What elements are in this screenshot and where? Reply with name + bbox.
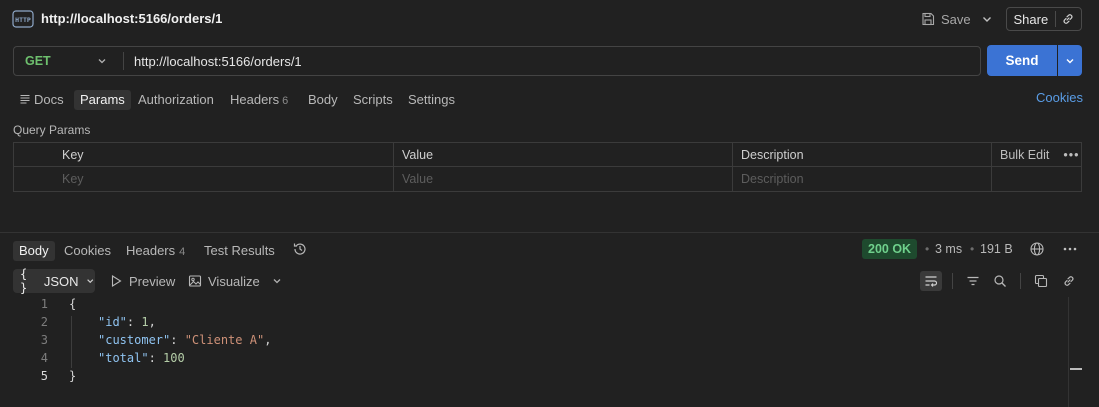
more-icon[interactable] [1062, 241, 1078, 257]
code-text: "total": 100 [98, 351, 185, 365]
key-input[interactable]: Key [54, 167, 394, 191]
chevron-down-icon [86, 279, 93, 284]
save-options-chevron-down-icon[interactable] [980, 12, 994, 26]
tab-body[interactable]: Body [302, 90, 344, 110]
json-braces-icon: { } [20, 267, 28, 295]
query-params-table: Key Value Description Bulk Edit ••• Key … [13, 142, 1082, 192]
method-chevron-down-icon[interactable] [96, 55, 108, 67]
indent-guide [71, 316, 72, 368]
link-icon[interactable] [1058, 271, 1080, 291]
http-icon: HTTP [12, 8, 34, 30]
method-selector[interactable]: GET [25, 54, 51, 68]
scrollbar-thumb[interactable] [1070, 368, 1082, 370]
tab-headers-label: Headers [230, 92, 280, 107]
code-line: 3 "customer": "Cliente A", [0, 333, 1068, 351]
response-tab-headers-count: 4 [179, 246, 186, 258]
save-icon [922, 12, 935, 26]
json-key: "total" [98, 351, 149, 365]
preview-button[interactable]: Preview [109, 273, 175, 289]
json-value: "Cliente A" [184, 333, 265, 347]
wrap-icon[interactable] [920, 271, 942, 291]
code-line: 4 "total": 100 [0, 351, 1068, 369]
tab-settings[interactable]: Settings [402, 90, 461, 110]
line-number: 5 [40, 369, 48, 383]
query-params-label: Query Params [13, 123, 91, 137]
tab-headers-count: 6 [282, 95, 289, 107]
search-icon[interactable] [989, 271, 1011, 291]
table-header-row: Key Value Description Bulk Edit ••• [14, 143, 1081, 167]
pane-divider[interactable] [0, 232, 1099, 233]
response-tab-cookies[interactable]: Cookies [58, 241, 117, 261]
response-time[interactable]: 3 ms [935, 242, 962, 256]
code-line: 1 { [0, 297, 1068, 315]
format-label: JSON [43, 273, 79, 289]
status-badge[interactable]: 200 OK [862, 239, 918, 259]
code-text: "id": 1, [98, 315, 156, 329]
format-selector[interactable]: { } JSON [13, 267, 95, 295]
code-line: 2 "id": 1, [0, 315, 1068, 333]
description-input[interactable]: Description [732, 167, 991, 191]
code-text: } [69, 369, 77, 383]
column-description: Description [732, 143, 991, 166]
tab-headers[interactable]: Headers 6 [224, 90, 294, 110]
response-size[interactable]: 191 B [980, 242, 1013, 256]
code-line: 5 } [0, 369, 1068, 387]
line-number: 4 [40, 351, 48, 365]
filter-icon[interactable] [962, 271, 984, 291]
visualize-label: Visualize [208, 273, 260, 289]
request-title[interactable]: http://localhost:5166/orders/1 [41, 11, 222, 26]
line-number: 3 [40, 333, 48, 347]
column-key: Key [62, 147, 84, 162]
more-icon[interactable]: ••• [1063, 148, 1079, 162]
play-icon [111, 275, 122, 287]
json-value: 100 [163, 351, 185, 365]
tab-scripts[interactable]: Scripts [347, 90, 399, 110]
line-number: 1 [40, 297, 48, 311]
url-input[interactable]: http://localhost:5166/orders/1 [134, 54, 302, 69]
visualize-button[interactable]: Visualize [188, 273, 260, 289]
empty-cell [991, 167, 1083, 191]
history-icon[interactable] [292, 241, 308, 257]
response-tab-headers[interactable]: Headers 4 [120, 241, 191, 261]
json-key: "customer" [98, 333, 171, 347]
url-divider [123, 52, 124, 70]
svg-text:HTTP: HTTP [15, 16, 31, 24]
meta-separator: • [970, 242, 975, 256]
code-text: "customer": "Cliente A", [98, 333, 272, 347]
column-value: Value [393, 143, 732, 166]
send-options-chevron-down-icon[interactable] [1058, 45, 1082, 76]
json-key: "id" [98, 315, 127, 329]
response-tab-headers-label: Headers [126, 243, 176, 258]
meta-separator: • [925, 242, 930, 256]
response-tab-body[interactable]: Body [13, 241, 55, 261]
bulk-edit-button[interactable]: Bulk Edit [1000, 148, 1049, 162]
copy-icon[interactable] [1030, 271, 1052, 291]
docs-icon [20, 94, 30, 104]
save-button[interactable]: Save [921, 8, 971, 30]
tab-docs-label: Docs [34, 92, 64, 107]
share-button[interactable]: Share [1006, 7, 1082, 31]
code-text: { [69, 297, 77, 311]
tab-params[interactable]: Params [74, 90, 131, 110]
response-tab-test-results[interactable]: Test Results [198, 241, 281, 261]
send-button[interactable]: Send [987, 45, 1057, 76]
cookies-link[interactable]: Cookies [1036, 90, 1083, 105]
toolbar-divider [952, 273, 953, 289]
value-input[interactable]: Value [393, 167, 732, 191]
share-label: Share [1013, 11, 1049, 27]
scrollbar[interactable] [1068, 297, 1082, 407]
toolbar-divider [1020, 273, 1021, 289]
json-value: 1 [141, 315, 149, 329]
preview-label: Preview [129, 273, 176, 289]
visualize-chevron-down-icon[interactable] [270, 273, 284, 289]
tab-authorization[interactable]: Authorization [132, 90, 220, 110]
tab-docs[interactable]: Docs [13, 90, 70, 110]
image-icon [188, 275, 202, 287]
table-row: Key Value Description [14, 167, 1081, 191]
save-label: Save [941, 11, 971, 27]
bulk-edit-cell: Bulk Edit ••• [991, 143, 1083, 166]
globe-icon[interactable] [1029, 241, 1045, 257]
link-icon[interactable] [1056, 8, 1081, 30]
line-number: 2 [40, 315, 48, 329]
